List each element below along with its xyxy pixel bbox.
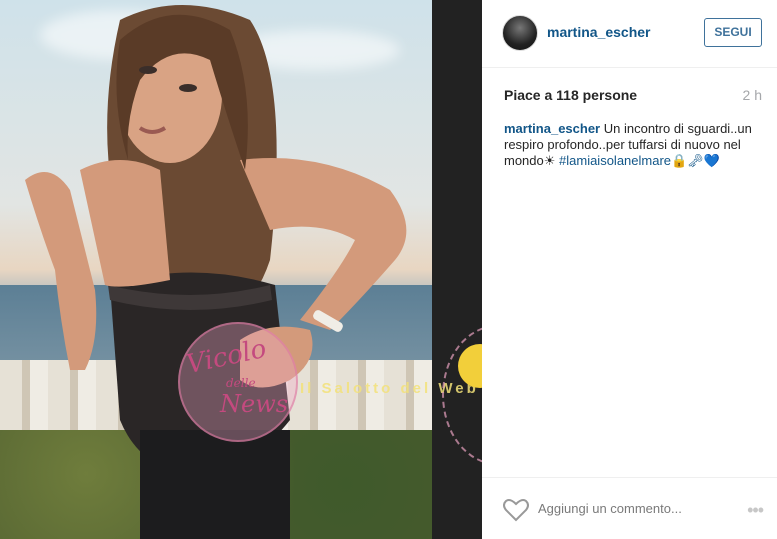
- avatar[interactable]: [502, 15, 538, 51]
- likes-count[interactable]: Piace a 118 persone: [504, 87, 637, 103]
- watermark-line3: News: [220, 390, 289, 418]
- watermark-logo: Vicolo delle News: [178, 322, 298, 442]
- username-link[interactable]: martina_escher: [547, 24, 651, 40]
- watermark-line1: Vicolo: [183, 333, 270, 381]
- post-side-panel: martina_escher SEGUI Piace a 118 persone…: [482, 0, 777, 539]
- caption-username-link[interactable]: martina_escher: [504, 121, 600, 136]
- post-caption: martina_escher Un incontro di sguardi..u…: [504, 121, 764, 169]
- more-options-icon[interactable]: •••: [747, 500, 764, 521]
- post-footer: Aggiungi un commento... •••: [482, 477, 777, 539]
- follow-button[interactable]: SEGUI: [704, 18, 762, 47]
- post-header: martina_escher SEGUI: [482, 0, 777, 68]
- caption-hashtag-link[interactable]: #lamiaisolanelmare🔒🗝💙: [559, 153, 720, 168]
- post-photo[interactable]: Vicolo delle News: [0, 0, 432, 539]
- heart-icon[interactable]: [503, 498, 529, 522]
- instagram-post-page: Vicolo delle News Il Salotto del Web mar…: [0, 0, 777, 539]
- woman-figure: [25, 5, 407, 539]
- watermark-line2: delle: [226, 376, 256, 390]
- comment-input[interactable]: Aggiungi un commento...: [538, 501, 682, 516]
- post-timestamp[interactable]: 2 h: [743, 87, 762, 103]
